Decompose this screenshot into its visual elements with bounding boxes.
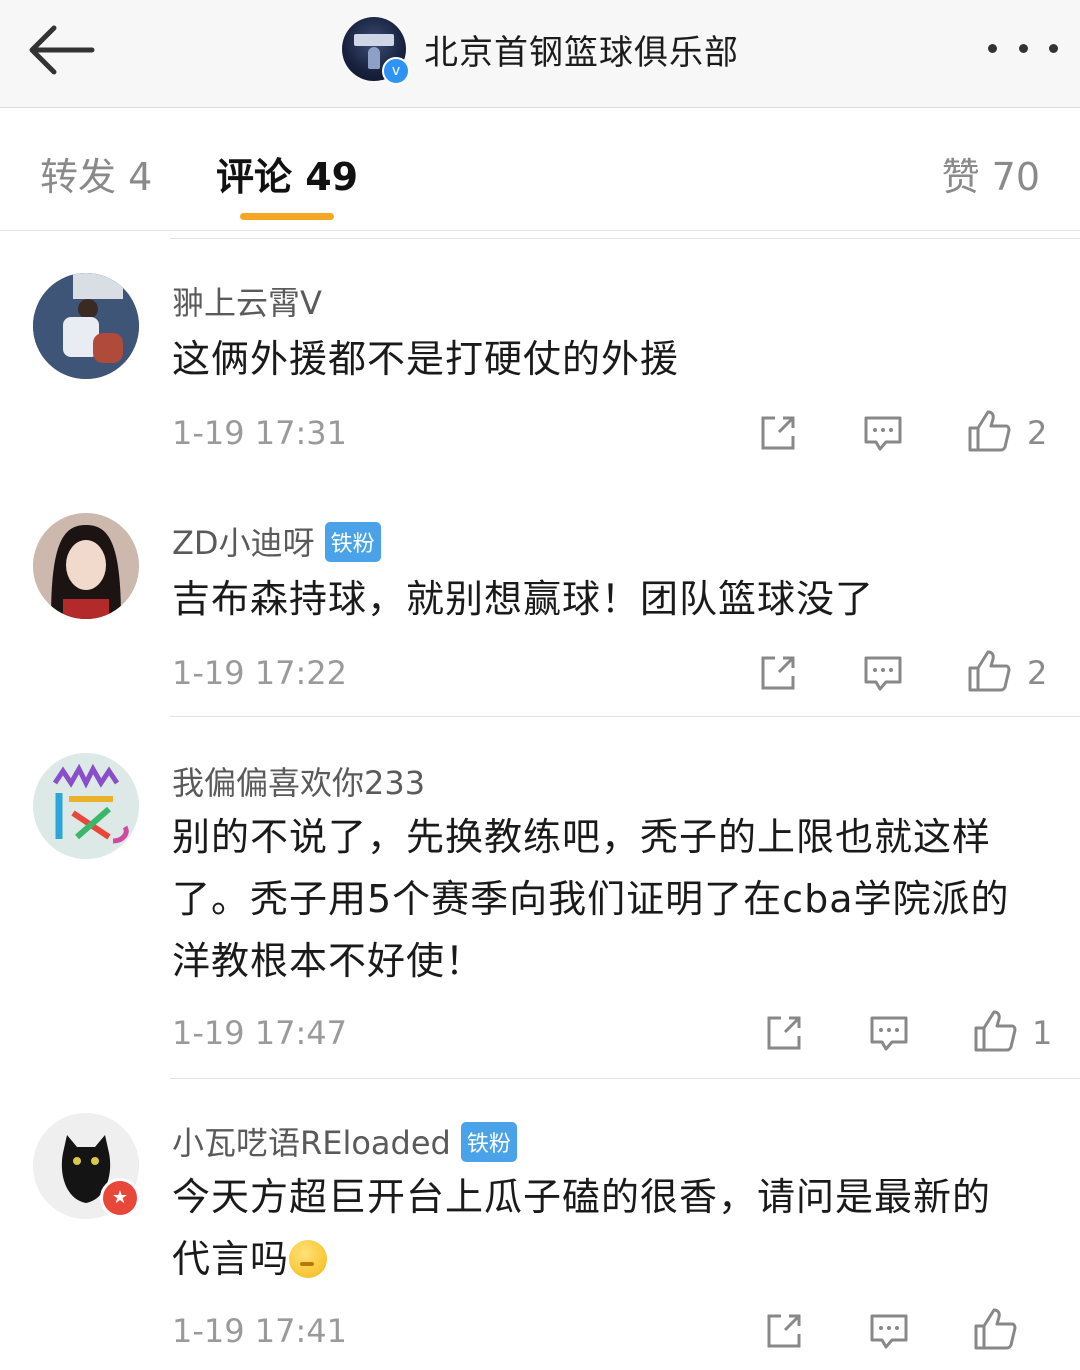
like-count: 2 — [1027, 654, 1048, 692]
thumbs-up-icon[interactable] — [972, 1008, 1018, 1054]
reply-icon[interactable] — [862, 652, 904, 694]
post-tabs: 转发 4 评论 49 赞 70 — [0, 108, 1080, 231]
thinking-face-emoji-icon — [289, 1240, 328, 1278]
rainbow-logo-icon — [33, 753, 139, 859]
comment-username[interactable]: 翀上云霄V — [172, 278, 322, 324]
club-logo-figure — [368, 47, 380, 69]
club-logo-mark — [354, 34, 394, 46]
comment-time: 1-19 17:22 — [172, 654, 348, 692]
thumbs-up-icon[interactable] — [972, 1306, 1018, 1352]
reply-icon[interactable] — [868, 1012, 910, 1054]
person-photo-icon — [33, 513, 139, 619]
user-avatar[interactable] — [33, 273, 139, 379]
comment-username-row: 小瓦呓语REloaded 铁粉 — [172, 1118, 517, 1165]
reply-icon[interactable] — [862, 412, 904, 454]
more-dot-icon — [1049, 43, 1058, 53]
more-dot-icon — [1018, 43, 1028, 53]
page-title: 北京首钢篮球俱乐部 — [424, 32, 739, 73]
star-badge-icon: ★ — [100, 1178, 140, 1218]
thumbs-up-icon[interactable] — [966, 408, 1012, 454]
verified-icon: v — [382, 57, 410, 85]
tab-repost[interactable]: 转发 4 — [40, 146, 152, 201]
like-count: 2 — [1027, 414, 1048, 452]
reply-icon[interactable] — [868, 1310, 910, 1352]
share-icon[interactable] — [763, 1012, 805, 1054]
comment-time: 1-19 17:41 — [172, 1312, 348, 1350]
more-options-button[interactable] — [988, 30, 1058, 66]
divider — [170, 1078, 1080, 1079]
back-button[interactable] — [22, 20, 98, 80]
basketball-player-icon — [33, 273, 139, 379]
header-title-group[interactable]: v 北京首钢篮球俱乐部 — [342, 14, 739, 85]
comment-time: 1-19 17:31 — [172, 414, 348, 452]
share-icon[interactable] — [757, 652, 799, 694]
comment-username[interactable]: 我偏偏喜欢你233 — [172, 758, 425, 804]
arrow-left-icon — [29, 25, 95, 75]
comment-text-line-wrap: 代言吗 — [172, 1228, 1052, 1290]
comment-time: 1-19 17:47 — [172, 1014, 348, 1052]
fan-badge: 铁粉 — [324, 522, 381, 562]
comment-text-line: 今天方超巨开台上瓜子磕的很香，请问是最新的 — [172, 1175, 992, 1219]
comment-username-row: ZD小迪呀 铁粉 — [172, 518, 381, 565]
comment-text-line: 洋教根本不好使！ — [172, 939, 485, 983]
divider — [170, 716, 1080, 717]
like-count: 1 — [1032, 1014, 1053, 1052]
divider — [170, 238, 1080, 239]
comment-text-line: 了。秃子用5个赛季向我们证明了在cba学院派的 — [172, 877, 1010, 921]
comment-username[interactable]: 小瓦呓语REloaded — [172, 1124, 451, 1162]
comment-text: 吉布森持球，就别想赢球！团队篮球没了 — [172, 577, 875, 621]
tab-like[interactable]: 赞 70 — [942, 146, 1040, 201]
thumbs-up-icon[interactable] — [966, 648, 1012, 694]
top-navigation-bar: v 北京首钢篮球俱乐部 — [0, 0, 1080, 108]
comment-text-line: 别的不说了，先换教练吧，秃子的上限也就这样 — [172, 815, 992, 859]
user-avatar[interactable] — [33, 513, 139, 619]
user-avatar[interactable] — [33, 753, 139, 859]
comment-username[interactable]: ZD小迪呀 — [172, 524, 315, 562]
comment-text: 今天方超巨开台上瓜子磕的很香，请问是最新的 代言吗 — [172, 1166, 1052, 1290]
share-icon[interactable] — [763, 1310, 805, 1352]
comment-text: 别的不说了，先换教练吧，秃子的上限也就这样 了。秃子用5个赛季向我们证明了在cb… — [172, 806, 1052, 992]
tab-comment[interactable]: 评论 49 — [216, 146, 358, 201]
comment-text: 这俩外援都不是打硬仗的外援 — [172, 337, 680, 381]
more-dot-icon — [988, 43, 997, 53]
club-avatar[interactable]: v — [342, 17, 410, 85]
fan-badge: 铁粉 — [460, 1122, 517, 1162]
active-tab-indicator — [240, 213, 334, 220]
comment-text-line: 代言吗 — [172, 1237, 290, 1281]
share-icon[interactable] — [757, 412, 799, 454]
